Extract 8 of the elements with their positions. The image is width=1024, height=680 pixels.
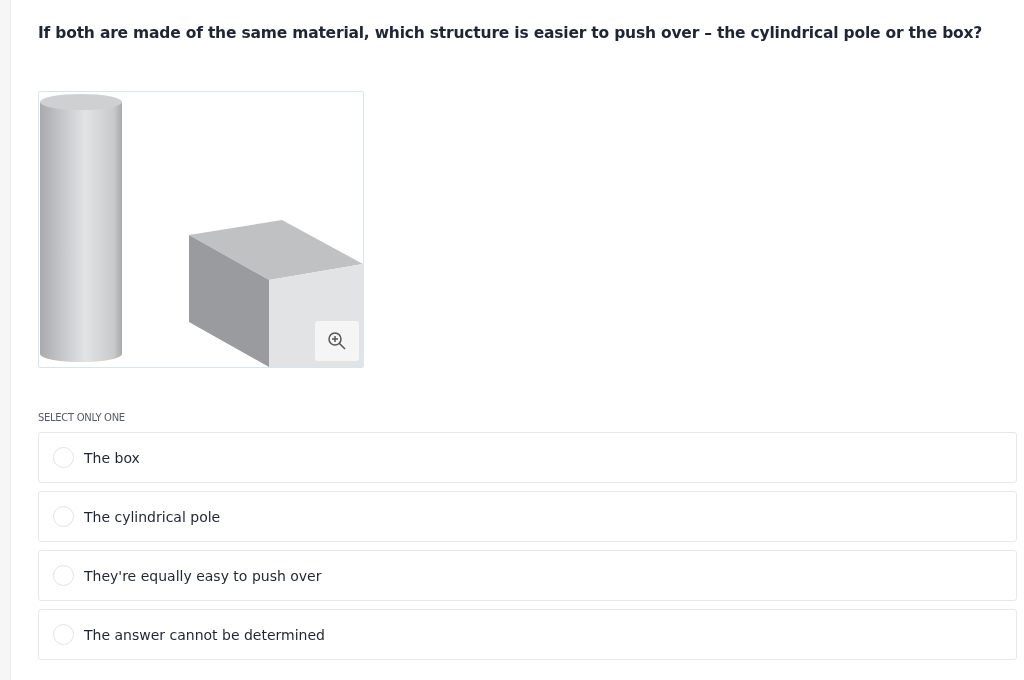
zoom-in-icon <box>327 331 347 351</box>
answer-option[interactable]: The answer cannot be determined <box>38 609 1017 660</box>
answer-option[interactable]: The box <box>38 432 1017 483</box>
instruction-label: SELECT ONLY ONE <box>38 412 126 423</box>
answer-option[interactable]: The cylindrical pole <box>38 491 1017 542</box>
zoom-in-button[interactable] <box>315 321 359 361</box>
question-text: If both are made of the same material, which structure is easier to push over – the cylindrical pole or the box? <box>38 23 984 44</box>
answer-option[interactable]: They're equally easy to push over <box>38 550 1017 601</box>
